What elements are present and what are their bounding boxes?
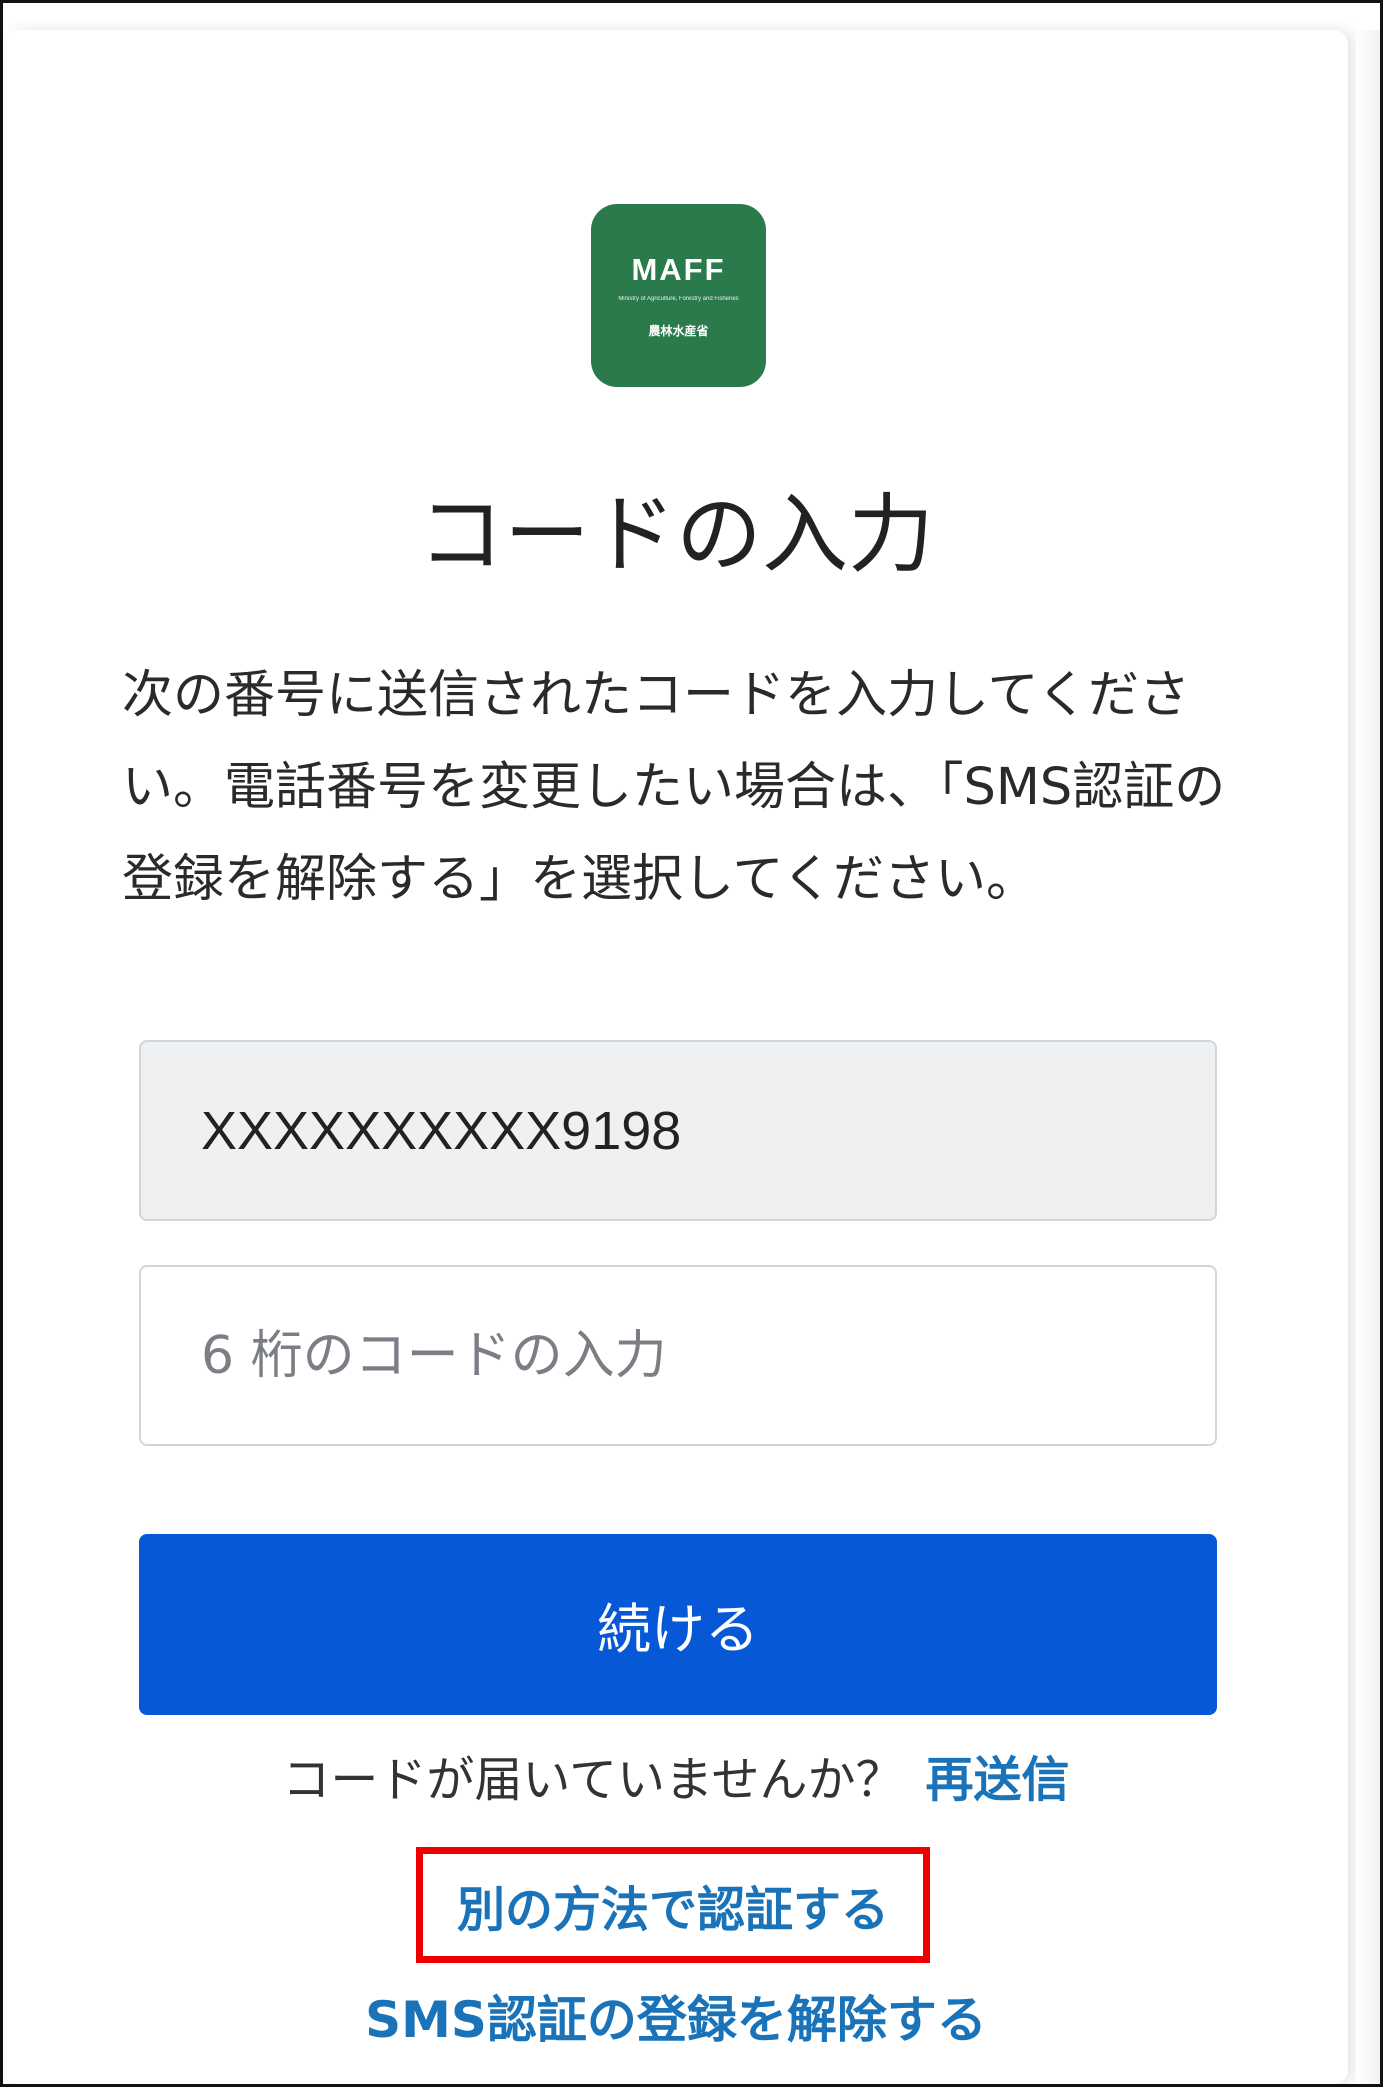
logo-jp-text: 農林水産省 <box>648 324 709 338</box>
phone-number-field: XXXXXXXXXX9198 <box>139 1040 1217 1221</box>
card-edge-shade <box>1356 30 1380 2084</box>
logo-main-text: MAFF <box>631 252 726 287</box>
highlight-box <box>416 1847 930 1963</box>
logo-sub-text: Ministry of Agriculture, Forestry and Fi… <box>618 296 739 302</box>
resend-link[interactable]: 再送信 <box>926 1752 1070 1808</box>
resend-row: コードが届いていませんか？ 再送信 <box>4 1745 1348 1815</box>
resend-prompt: コードが届いていませんか？ <box>282 1752 904 1808</box>
verification-code-input[interactable] <box>139 1265 1217 1446</box>
page-title: コードの入力 <box>418 485 934 585</box>
instructions-text: 次の番号に送信されたコードを入力してください。電話番号を変更したい場合は、「SM… <box>122 666 1226 909</box>
sms-deregister-link[interactable]: SMS認証の登録を解除する <box>4 1985 1348 2055</box>
maff-logo: MAFF Ministry of Agriculture, Forestry a… <box>591 204 766 387</box>
continue-button[interactable]: 続ける <box>139 1534 1217 1715</box>
auth-card: MAFF Ministry of Agriculture, Forestry a… <box>4 30 1348 2084</box>
